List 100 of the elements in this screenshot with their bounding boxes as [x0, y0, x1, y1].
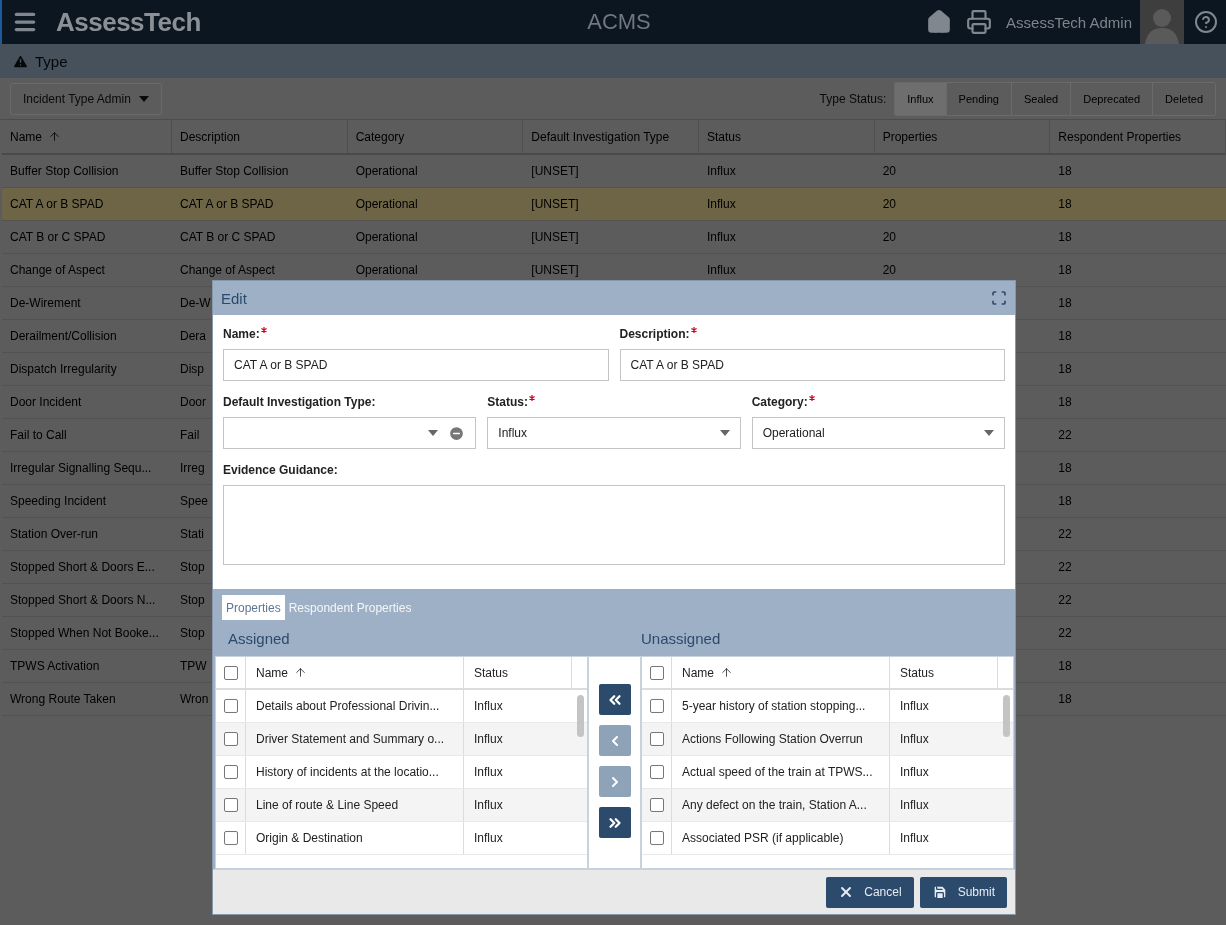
property-name: Line of route & Line Speed — [256, 798, 399, 812]
table-cell: Influx — [707, 197, 736, 211]
property-name: Origin & Destination — [256, 831, 363, 845]
property-status: Influx — [900, 732, 929, 746]
row-checkbox[interactable] — [223, 699, 238, 713]
home-icon[interactable] — [926, 9, 953, 35]
table-cell: 18 — [1058, 296, 1072, 310]
table-cell: 18 — [1058, 395, 1072, 409]
maximize-icon[interactable] — [991, 290, 1007, 306]
list-row[interactable]: Associated PSR (if applicable) Influx — [642, 822, 1013, 855]
table-cell: Stop — [180, 626, 205, 640]
row-checkbox[interactable] — [649, 699, 664, 713]
table-cell: 18 — [1058, 362, 1072, 376]
select-field[interactable]: Influx — [487, 417, 741, 449]
table-cell: 20 — [882, 230, 896, 244]
row-checkbox[interactable] — [223, 798, 238, 812]
list-row[interactable]: Origin & Destination Influx — [216, 822, 587, 855]
tab[interactable]: Properties — [222, 595, 285, 620]
table-cell: 22 — [1058, 560, 1072, 574]
list-row[interactable]: Line of route & Line Speed Influx — [216, 789, 587, 822]
sort-icon — [48, 130, 61, 143]
scrollbar-thumb[interactable] — [577, 695, 584, 737]
row-checkbox[interactable] — [649, 732, 664, 746]
column-header[interactable]: Status — [474, 665, 509, 680]
text-field[interactable]: CAT A or B SPAD — [223, 349, 609, 381]
list-row[interactable]: 5-year history of station stopping... Influx — [642, 690, 1013, 723]
property-name: Driver Statement and Summary o... — [256, 732, 445, 746]
row-checkbox[interactable] — [223, 765, 238, 779]
list-row[interactable]: Actions Following Station Overrun Influx — [642, 723, 1013, 756]
table-cell: 22 — [1058, 428, 1072, 442]
help-icon[interactable] — [1194, 10, 1218, 34]
list-row[interactable]: Driver Statement and Summary o... Influx — [216, 723, 587, 756]
status-filter-button[interactable]: Influx — [895, 82, 946, 115]
move-all-left-button[interactable] — [598, 684, 631, 715]
scrollbar-thumb[interactable] — [1003, 695, 1010, 737]
table-cell: Door — [180, 395, 206, 409]
logo: AssessTech — [56, 6, 201, 38]
table-cell: CAT A or B SPAD — [180, 197, 274, 211]
list-row[interactable]: History of incidents at the locatio... Influx — [216, 756, 587, 789]
table-cell: Influx — [707, 230, 736, 244]
table-cell: De-Wirement — [10, 296, 81, 310]
table-cell: 20 — [882, 164, 896, 178]
table-cell: 18 — [1058, 461, 1072, 475]
table-cell: Speeding Incident — [10, 494, 107, 508]
row-checkbox[interactable] — [649, 765, 664, 779]
table-cell: Derailment/Collision — [10, 329, 117, 343]
row-checkbox[interactable] — [223, 831, 238, 845]
table-row[interactable]: CAT A or B SPAD CAT A or B SPAD Operational [UNSET] Influx 20 18 — [2, 188, 1226, 221]
column-header[interactable]: Status — [900, 665, 935, 680]
table-cell: Irregular Signalling Sequ... — [10, 461, 152, 475]
select-field[interactable]: Operational — [751, 417, 1005, 449]
sort-icon — [294, 666, 307, 679]
table-cell: Wron — [180, 692, 209, 706]
caret-icon — [428, 430, 439, 436]
table-cell: Change of Aspect — [10, 263, 105, 277]
clear-icon[interactable] — [448, 424, 466, 442]
select-field[interactable] — [223, 417, 477, 449]
table-cell: Door Incident — [10, 395, 82, 409]
property-status: Influx — [900, 699, 929, 713]
table-cell: 22 — [1058, 527, 1072, 541]
table-cell: [UNSET] — [531, 263, 579, 277]
table-cell: 18 — [1058, 659, 1072, 673]
list-row[interactable]: Actual speed of the train at TPWS... Influx — [642, 756, 1013, 789]
column-header[interactable]: Name — [682, 665, 714, 680]
move-all-right-button[interactable] — [598, 807, 631, 838]
property-name: Actions Following Station Overrun — [682, 732, 863, 746]
select-all-checkbox[interactable] — [649, 665, 664, 680]
app-title: ACMS — [587, 9, 651, 35]
list-title: Assigned — [228, 630, 290, 647]
table-cell: Influx — [707, 164, 736, 178]
page-title: Type — [35, 52, 68, 70]
table-cell: Spee — [180, 494, 209, 508]
table-cell: Stop — [180, 560, 205, 574]
user-name[interactable]: AssessTech Admin — [1006, 13, 1132, 31]
property-status: Influx — [900, 831, 929, 845]
cancel-button[interactable]: Cancel — [826, 876, 914, 908]
table-cell: CAT B or C SPAD — [10, 230, 106, 244]
row-checkbox[interactable] — [649, 798, 664, 812]
table-cell: CAT A or B SPAD — [10, 197, 104, 211]
list-row[interactable]: Any defect on the train, Station A... Influx — [642, 789, 1013, 822]
table-cell: TPW — [180, 659, 207, 673]
table-cell: CAT B or C SPAD — [180, 230, 276, 244]
printer-icon[interactable] — [966, 9, 993, 35]
property-name: Details about Professional Drivin... — [256, 699, 440, 713]
table-cell: [UNSET] — [531, 197, 579, 211]
field-label: Evidence Guidance: — [223, 463, 338, 477]
submit-button[interactable]: Submit — [919, 876, 1007, 908]
list-row[interactable]: Details about Professional Drivin... Influx — [216, 690, 587, 723]
text-field[interactable]: CAT A or B SPAD — [619, 349, 1005, 381]
table-cell: 20 — [882, 263, 896, 277]
table-cell: Buffer Stop Collision — [10, 164, 119, 178]
row-checkbox[interactable] — [223, 732, 238, 746]
table-cell: Station Over-run — [10, 527, 99, 541]
row-checkbox[interactable] — [649, 831, 664, 845]
table-cell: Stopped Short & Doors N... — [10, 593, 156, 607]
table-cell: Change of Aspect — [180, 263, 275, 277]
warning-icon — [12, 52, 29, 70]
table-cell: 22 — [1058, 593, 1072, 607]
column-header[interactable]: Name — [256, 665, 288, 680]
select-all-checkbox[interactable] — [223, 665, 238, 680]
